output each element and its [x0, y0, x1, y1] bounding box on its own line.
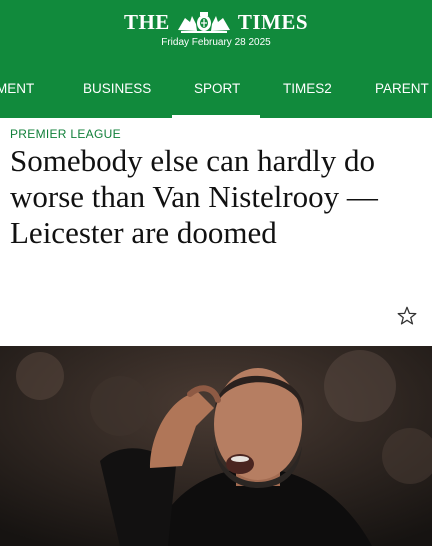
logo-word-the: THE: [123, 9, 170, 34]
article-section-label[interactable]: PREMIER LEAGUE: [10, 127, 121, 141]
nav-item-times2[interactable]: TIMES2: [283, 70, 332, 118]
times-logo[interactable]: THE TIMES: [0, 9, 432, 35]
nav-item-sport[interactable]: SPORT: [194, 70, 240, 118]
section-nav: MENT BUSINESS SPORT TIMES2 PARENT: [0, 70, 432, 118]
nav-item-business[interactable]: BUSINESS: [83, 70, 151, 118]
edition-date: Friday February 28 2025: [161, 37, 271, 48]
article-hero-image: [0, 346, 432, 546]
logo-word-times: TIMES: [237, 9, 309, 34]
royal-crest-icon: [177, 12, 230, 33]
nav-item-partial-left[interactable]: MENT: [0, 70, 34, 118]
masthead: THE TIMES Friday February 28 2025: [0, 0, 432, 70]
hero-photo: [0, 346, 432, 546]
nav-item-parent[interactable]: PARENT: [375, 70, 429, 118]
active-tab-indicator: [172, 115, 260, 118]
star-outline-icon[interactable]: [396, 305, 418, 327]
article-headline: Somebody else can hardly do worse than V…: [10, 143, 378, 250]
